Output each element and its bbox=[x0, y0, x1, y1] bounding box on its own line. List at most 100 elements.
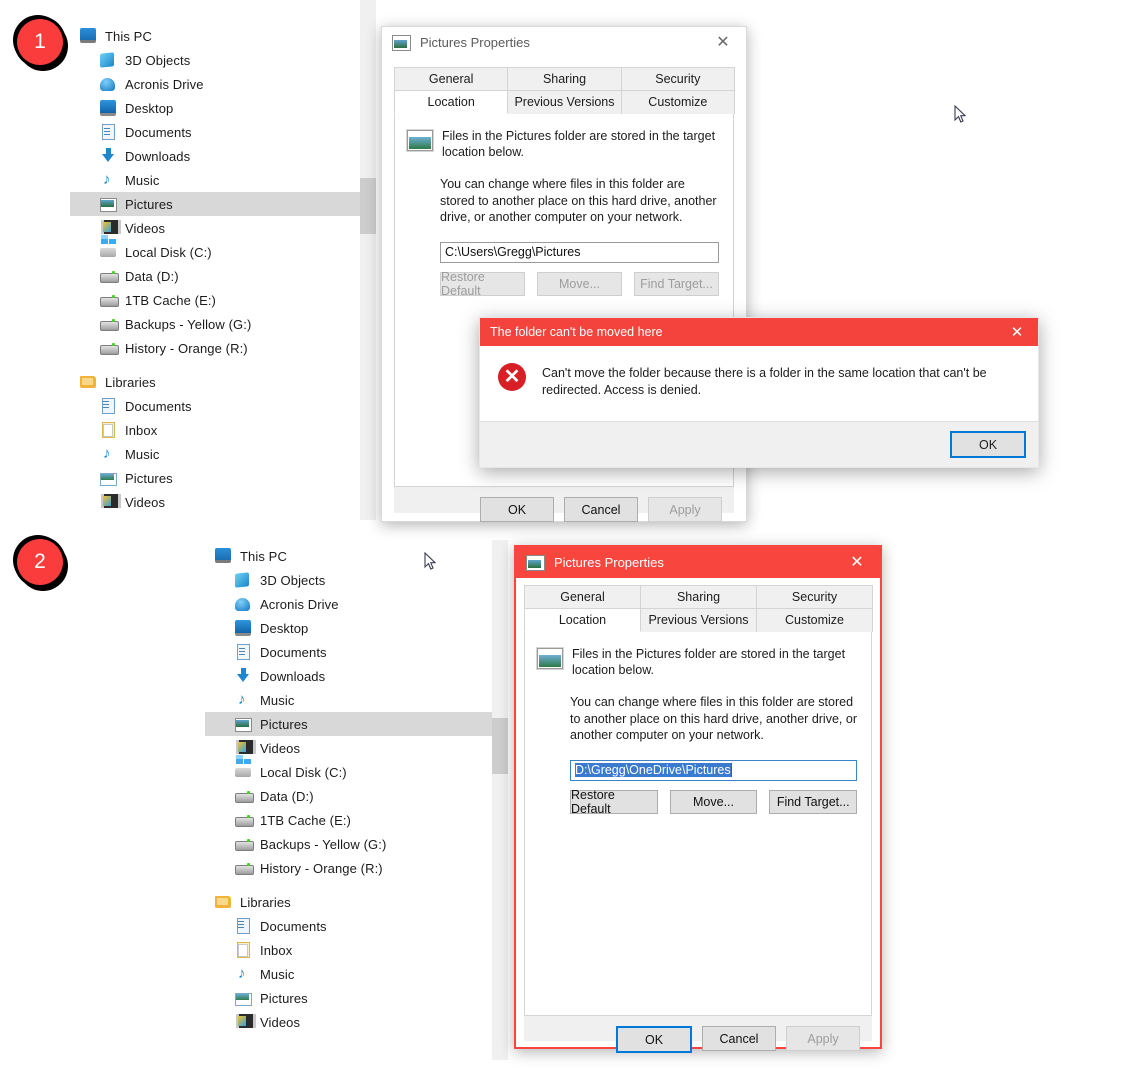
tree-item-downloads[interactable]: Downloads bbox=[70, 144, 360, 168]
tree-item-pictures[interactable]: Pictures bbox=[70, 466, 360, 490]
tree-item-backups-yellow-g[interactable]: Backups - Yellow (G:) bbox=[205, 832, 495, 856]
tree-item-music[interactable]: ♪ Music bbox=[205, 688, 495, 712]
tree-item-downloads[interactable]: Downloads bbox=[205, 664, 495, 688]
restore-default-button[interactable]: Restore Default bbox=[440, 270, 525, 298]
dialog-footer[interactable]: OK Cancel Apply bbox=[394, 487, 734, 522]
tab-sharing[interactable]: Sharing bbox=[640, 585, 757, 608]
find-target-button[interactable]: Find Target... bbox=[634, 271, 719, 296]
close-icon[interactable]: ✕ bbox=[834, 547, 880, 578]
tab-previous-versions[interactable]: Previous Versions bbox=[640, 608, 757, 632]
tree-item-history-orange-r[interactable]: History - Orange (R:) bbox=[205, 856, 495, 880]
dialog-title: Pictures Properties bbox=[554, 555, 664, 570]
tab-row-2[interactable]: Location Previous Versions Customize bbox=[524, 608, 873, 632]
location-action-buttons[interactable]: Restore Default Move... Find Target... bbox=[525, 781, 871, 816]
tree-item-history-orange-r[interactable]: History - Orange (R:) bbox=[70, 336, 360, 360]
tree-item-pictures[interactable]: Pictures bbox=[205, 986, 495, 1010]
find-target-button[interactable]: Find Target... bbox=[769, 789, 858, 814]
tree-scrollbar-thumb[interactable] bbox=[360, 178, 376, 234]
tree-item-1tb-cache-e[interactable]: 1TB Cache (E:) bbox=[70, 288, 360, 312]
dialog-tabstrip[interactable]: General Sharing Security Location Previo… bbox=[524, 585, 873, 632]
apply-button[interactable]: Apply bbox=[648, 497, 722, 522]
error-ok-button[interactable]: OK bbox=[950, 431, 1026, 458]
move-button[interactable]: Move... bbox=[669, 789, 758, 814]
tree-item-data-d[interactable]: Data (D:) bbox=[70, 264, 360, 288]
tree-scrollbar-panel-1[interactable] bbox=[360, 0, 376, 520]
tree-item-acronis-drive[interactable]: Acronis Drive bbox=[205, 592, 495, 616]
tab-row-1[interactable]: General Sharing Security bbox=[524, 585, 873, 608]
acronis-drive-icon-glyph bbox=[100, 77, 115, 91]
ok-button[interactable]: OK bbox=[616, 1026, 692, 1053]
location-action-buttons[interactable]: Restore Default Move... Find Target... bbox=[395, 263, 733, 298]
tree-item-music[interactable]: ♪ Music bbox=[205, 962, 495, 986]
tree-item-music[interactable]: ♪ Music bbox=[70, 442, 360, 466]
dialog-tabstrip[interactable]: General Sharing Security Location Previo… bbox=[394, 67, 735, 114]
tab-customize[interactable]: Customize bbox=[620, 90, 735, 114]
tree-item-desktop[interactable]: Desktop bbox=[70, 96, 360, 120]
tree-item-videos[interactable]: Videos bbox=[205, 736, 495, 760]
tree-item-videos[interactable]: Videos bbox=[205, 1010, 495, 1034]
cancel-button[interactable]: Cancel bbox=[564, 497, 638, 522]
pictures-icon bbox=[100, 196, 117, 213]
tree-scrollbar-panel-2[interactable] bbox=[492, 540, 508, 1060]
tab-security[interactable]: Security bbox=[620, 67, 735, 90]
tree-item-this-pc[interactable]: This PC bbox=[70, 24, 360, 48]
tree-item-local-disk-c[interactable]: Local Disk (C:) bbox=[205, 760, 495, 784]
3d-objects-icon-glyph bbox=[235, 571, 249, 588]
tree-item-inbox[interactable]: Inbox bbox=[70, 418, 360, 442]
tree-item-acronis-drive[interactable]: Acronis Drive bbox=[70, 72, 360, 96]
tab-row-1[interactable]: General Sharing Security bbox=[394, 67, 735, 90]
tab-customize[interactable]: Customize bbox=[756, 608, 873, 632]
tree-item-backups-yellow-g[interactable]: Backups - Yellow (G:) bbox=[70, 312, 360, 336]
error-dialog-footer[interactable]: OK bbox=[480, 421, 1038, 467]
ok-button[interactable]: OK bbox=[480, 497, 554, 522]
tab-row-2[interactable]: Location Previous Versions Customize bbox=[394, 90, 735, 114]
restore-default-button[interactable]: Restore Default bbox=[570, 788, 658, 816]
tree-item-desktop[interactable]: Desktop bbox=[205, 616, 495, 640]
tree-item-label: Backups - Yellow (G:) bbox=[260, 836, 387, 852]
tree-item-documents[interactable]: Documents bbox=[70, 394, 360, 418]
close-icon[interactable]: ✕ bbox=[700, 27, 746, 58]
pictures-properties-dialog-2[interactable]: Pictures Properties ✕ General Sharing Se… bbox=[514, 545, 882, 1053]
tree-item-3d-objects[interactable]: 3D Objects bbox=[70, 48, 360, 72]
tab-sharing[interactable]: Sharing bbox=[507, 67, 622, 90]
folder-move-error-dialog[interactable]: The folder can't be moved here ✕ ✕ Can't… bbox=[479, 317, 1039, 468]
error-close-icon[interactable]: ✕ bbox=[996, 318, 1038, 346]
tree-item-documents[interactable]: Documents bbox=[205, 914, 495, 938]
tab-location[interactable]: Location bbox=[394, 90, 509, 114]
tree-item-documents[interactable]: Documents bbox=[205, 640, 495, 664]
tree-item-label: History - Orange (R:) bbox=[125, 340, 248, 356]
dialog-footer[interactable]: OK Cancel Apply bbox=[524, 1016, 872, 1053]
tree-item-inbox[interactable]: Inbox bbox=[205, 938, 495, 962]
tree-item-documents[interactable]: Documents bbox=[70, 120, 360, 144]
tree-item-pictures[interactable]: Pictures bbox=[205, 712, 495, 736]
pictures-thumbnail-icon bbox=[407, 130, 433, 151]
tab-general[interactable]: General bbox=[524, 585, 641, 608]
tree-item-data-d[interactable]: Data (D:) bbox=[205, 784, 495, 808]
tree-item-pictures[interactable]: Pictures bbox=[70, 192, 360, 216]
tab-location[interactable]: Location bbox=[524, 608, 641, 632]
tree-scrollbar-thumb[interactable] bbox=[492, 718, 508, 774]
tree-item-libraries[interactable]: Libraries bbox=[70, 370, 360, 394]
tab-security[interactable]: Security bbox=[756, 585, 873, 608]
cancel-button[interactable]: Cancel bbox=[702, 1026, 776, 1051]
tree-item-label: Documents bbox=[125, 124, 192, 140]
tree-item-this-pc[interactable]: This PC bbox=[205, 544, 495, 568]
tree-item-music[interactable]: ♪ Music bbox=[70, 168, 360, 192]
tree-item-libraries[interactable]: Libraries bbox=[205, 890, 495, 914]
explorer-tree-panel-2[interactable]: This PC 3D Objects Acronis Drive Desktop Doc… bbox=[205, 544, 495, 1034]
tab-previous-versions[interactable]: Previous Versions bbox=[507, 90, 622, 114]
tab-general[interactable]: General bbox=[394, 67, 509, 90]
tree-item-videos[interactable]: Videos bbox=[70, 490, 360, 514]
tree-item-1tb-cache-e[interactable]: 1TB Cache (E:) bbox=[205, 808, 495, 832]
explorer-tree-panel-1[interactable]: This PC 3D Objects Acronis Drive Desktop Doc… bbox=[70, 24, 360, 514]
tree-item-local-disk-c[interactable]: Local Disk (C:) bbox=[70, 240, 360, 264]
tree-item-videos[interactable]: Videos bbox=[70, 216, 360, 240]
error-x-icon: ✕ bbox=[498, 363, 526, 391]
location-path-input[interactable] bbox=[440, 241, 719, 263]
move-button[interactable]: Move... bbox=[537, 271, 622, 296]
location-path-input[interactable]: D:\Gregg\OneDrive\Pictures bbox=[570, 759, 857, 781]
apply-button[interactable]: Apply bbox=[786, 1026, 860, 1051]
tree-item-label: Music bbox=[125, 446, 160, 462]
tree-item-3d-objects[interactable]: 3D Objects bbox=[205, 568, 495, 592]
